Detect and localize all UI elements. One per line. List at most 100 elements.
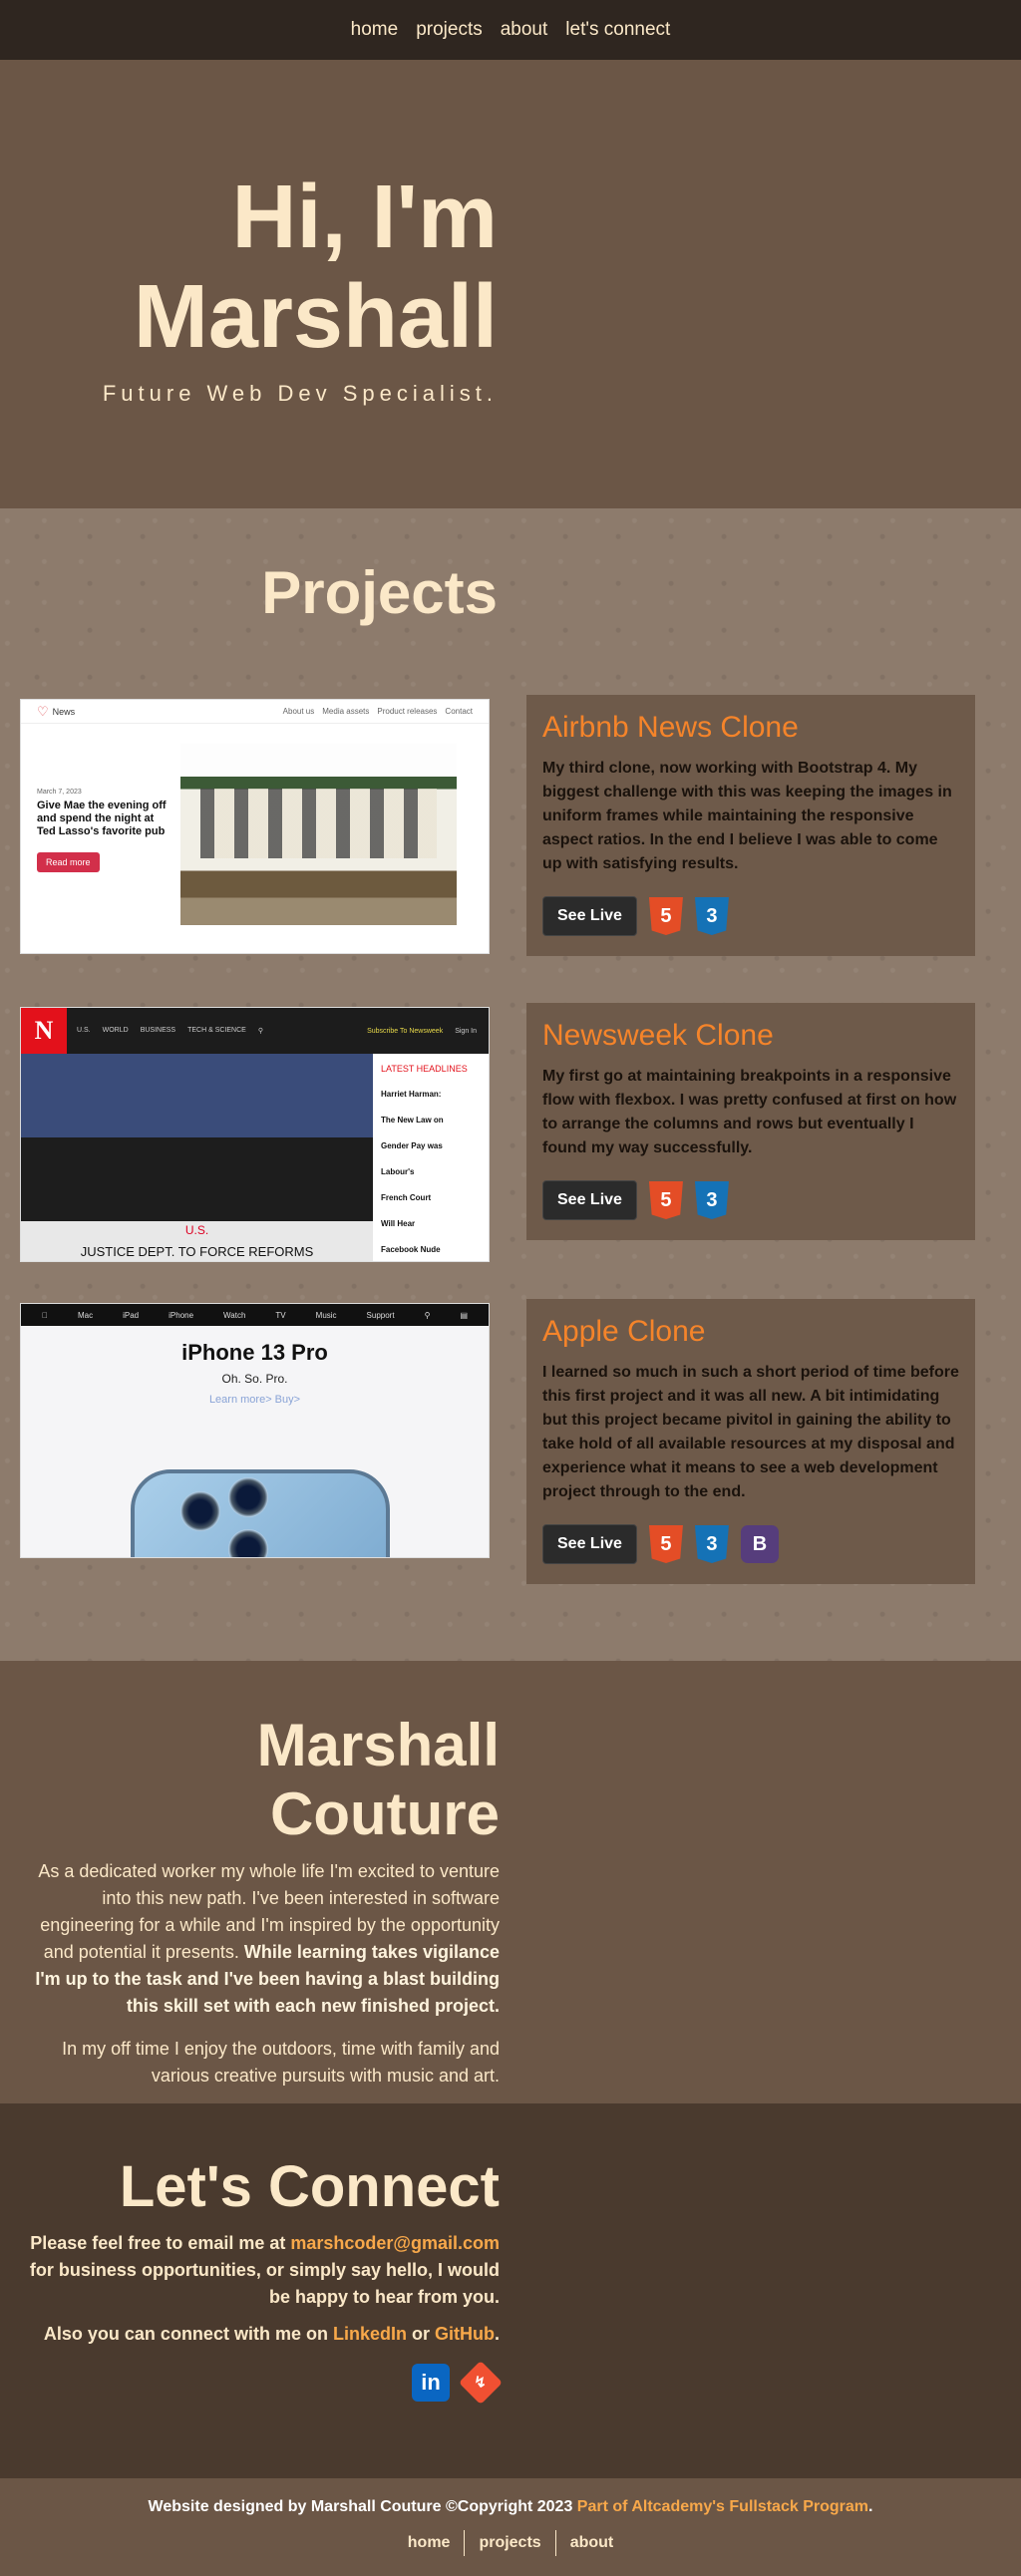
search-icon: ⚲ [257, 1028, 263, 1035]
footer-nav-home[interactable]: home [394, 2530, 465, 2556]
nav-about[interactable]: about [501, 19, 548, 41]
footer-nav-projects[interactable]: projects [464, 2530, 554, 2556]
apple-link: Music [312, 1310, 337, 1320]
projects-section: Projects ♡ News About us Media assets Pr… [0, 508, 1021, 1661]
projects-heading: Projects [261, 559, 498, 626]
linkedin-icon[interactable]: in [412, 2364, 450, 2402]
footer-nav-about[interactable]: about [554, 2530, 628, 2556]
see-live-button[interactable]: See Live [542, 1524, 637, 1564]
about-paragraph-2: In my off time I enjoy the outdoors, tim… [62, 2039, 500, 2086]
side-item: Will Hear [381, 1219, 416, 1228]
see-live-button[interactable]: See Live [542, 896, 637, 936]
project-title: Newsweek Clone [542, 1019, 774, 1052]
newsweek-screenshot[interactable]: N U.S. WORLD BUSINESS TECH & SCIENCE ⚲ S… [20, 1007, 490, 1262]
connect-text: Please feel free to email me at [30, 2233, 291, 2253]
hero-title: Hi, I'm Marshall [19, 167, 498, 367]
apple-screenshot[interactable]:  Mac iPad iPhone Watch TV Music Support… [20, 1303, 490, 1558]
connect-email-paragraph: Please feel free to email me at marshcod… [21, 2230, 500, 2311]
project-description: My third clone, now working with Bootstr… [542, 760, 952, 872]
iphone-image [131, 1469, 390, 1557]
apple-title: iPhone 13 Pro [181, 1340, 328, 1365]
airbnb-screenshot[interactable]: ♡ News About us Media assets Product rel… [20, 699, 490, 954]
airbnb-link: About us [282, 707, 315, 716]
apple-link: TV [272, 1310, 285, 1320]
side-item: French Court [381, 1193, 432, 1202]
connect-text: for business opportunities, or simply sa… [29, 2260, 500, 2307]
html5-icon: 5 [648, 897, 683, 935]
bootstrap-icon: B [740, 1525, 779, 1563]
pub-photo [180, 744, 457, 925]
airbnb-brand: News [52, 706, 76, 717]
newsweek-photo: U.S. JUSTICE DEPT. TO FORCE REFORMS [21, 1054, 373, 1261]
airbnb-read-more: Read more [37, 852, 100, 872]
side-item: Facebook Nude [381, 1245, 441, 1254]
newsweek-logo: N [21, 1008, 67, 1054]
email-link[interactable]: marshcoder@gmail.com [290, 2233, 500, 2253]
connect-section: Let's Connect Please feel free to email … [0, 2103, 1021, 2478]
connect-text: or [406, 2324, 435, 2344]
copyright-text: Website designed by Marshall Couture ©Co… [148, 2498, 577, 2515]
css3-icon: 3 [694, 1181, 729, 1219]
apple-subtitle: Oh. So. Pro. [221, 1372, 288, 1386]
project-description: I learned so much in such a short period… [542, 1364, 959, 1500]
css3-icon: 3 [694, 897, 729, 935]
top-nav: home projects about let's connect [0, 0, 1021, 60]
project-description: My first go at maintaining breakpoints i… [542, 1068, 957, 1156]
apple-link: Mac [74, 1310, 93, 1320]
project-card-airbnb: Airbnb News Clone My third clone, now wo… [526, 695, 975, 956]
airbnb-link: Media assets [322, 707, 370, 716]
side-item: Gender Pay was [381, 1141, 443, 1150]
side-item: Labour's [381, 1167, 415, 1176]
linkedin-link[interactable]: LinkedIn [333, 2324, 407, 2344]
apple-link: iPhone [166, 1310, 193, 1320]
newsweek-link: BUSINESS [140, 1027, 176, 1034]
footer-nav: home projects about [0, 2530, 1021, 2556]
footer-copyright: Website designed by Marshall Couture ©Co… [0, 2498, 1021, 2516]
hero-section: Hi, I'm Marshall Future Web Dev Speciali… [0, 60, 1021, 508]
airbnb-link: Contact [445, 707, 473, 716]
apple-link: iPad [120, 1310, 139, 1320]
newsweek-signin: Sign In [455, 1027, 477, 1035]
hero-tagline: Future Web Dev Specialist. [102, 381, 498, 406]
nav-projects[interactable]: projects [416, 19, 483, 41]
about-paragraph-1: As a dedicated worker my whole life I'm … [21, 1858, 500, 2020]
newsweek-link: U.S. [77, 1027, 91, 1034]
hero-title-line2: Marshall [133, 267, 498, 367]
css3-icon: 3 [694, 1525, 729, 1563]
connect-heading: Let's Connect [119, 2154, 500, 2219]
apple-link: Support [363, 1310, 395, 1320]
newsweek-subscribe: Subscribe To Newsweek [367, 1027, 444, 1035]
airbnb-date: March 7, 2023 [37, 789, 82, 796]
airbnb-link: Product releases [377, 707, 438, 716]
side-item: Harriet Harman: [381, 1090, 442, 1099]
airbnb-headline: Give Mae the evening off and spend the n… [37, 800, 167, 837]
nav-home[interactable]: home [351, 19, 399, 41]
footer: Website designed by Marshall Couture ©Co… [0, 2478, 1021, 2576]
project-title: Airbnb News Clone [542, 711, 799, 744]
search-icon: ⚲ [421, 1310, 431, 1320]
about-heading: Marshall Couture [256, 1712, 500, 1847]
connect-text: . [494, 2324, 500, 2344]
project-title: Apple Clone [542, 1315, 706, 1348]
project-card-apple: Apple Clone I learned so much in such a … [526, 1299, 975, 1584]
newsweek-link: TECH & SCIENCE [187, 1027, 246, 1034]
apple-link: Watch [220, 1310, 245, 1320]
newsweek-category: U.S. [184, 1223, 209, 1237]
airbnb-logo-icon: ♡ [37, 703, 49, 719]
side-item: The New Law on [381, 1116, 444, 1125]
html5-icon: 5 [648, 1525, 683, 1563]
html5-icon: 5 [648, 1181, 683, 1219]
git-icon[interactable]: ↯ [458, 2360, 504, 2406]
copyright-period: . [868, 2498, 873, 2515]
about-section: Marshall Couture As a dedicated worker m… [0, 1661, 1021, 2103]
github-link[interactable]: GitHub [435, 2324, 495, 2344]
project-card-newsweek: Newsweek Clone My first go at maintainin… [526, 1003, 975, 1240]
connect-text: Also you can connect with me on [43, 2324, 333, 2344]
nav-connect[interactable]: let's connect [565, 19, 670, 41]
hero-title-line1: Hi, I'm [231, 167, 498, 267]
see-live-button[interactable]: See Live [542, 1180, 637, 1220]
connect-social-paragraph: Also you can connect with me on LinkedIn… [21, 2321, 500, 2348]
altcademy-link[interactable]: Part of Altcademy's Fullstack Program [577, 2498, 868, 2515]
bag-icon: ▤ [457, 1310, 468, 1320]
newsweek-link: WORLD [102, 1027, 129, 1034]
